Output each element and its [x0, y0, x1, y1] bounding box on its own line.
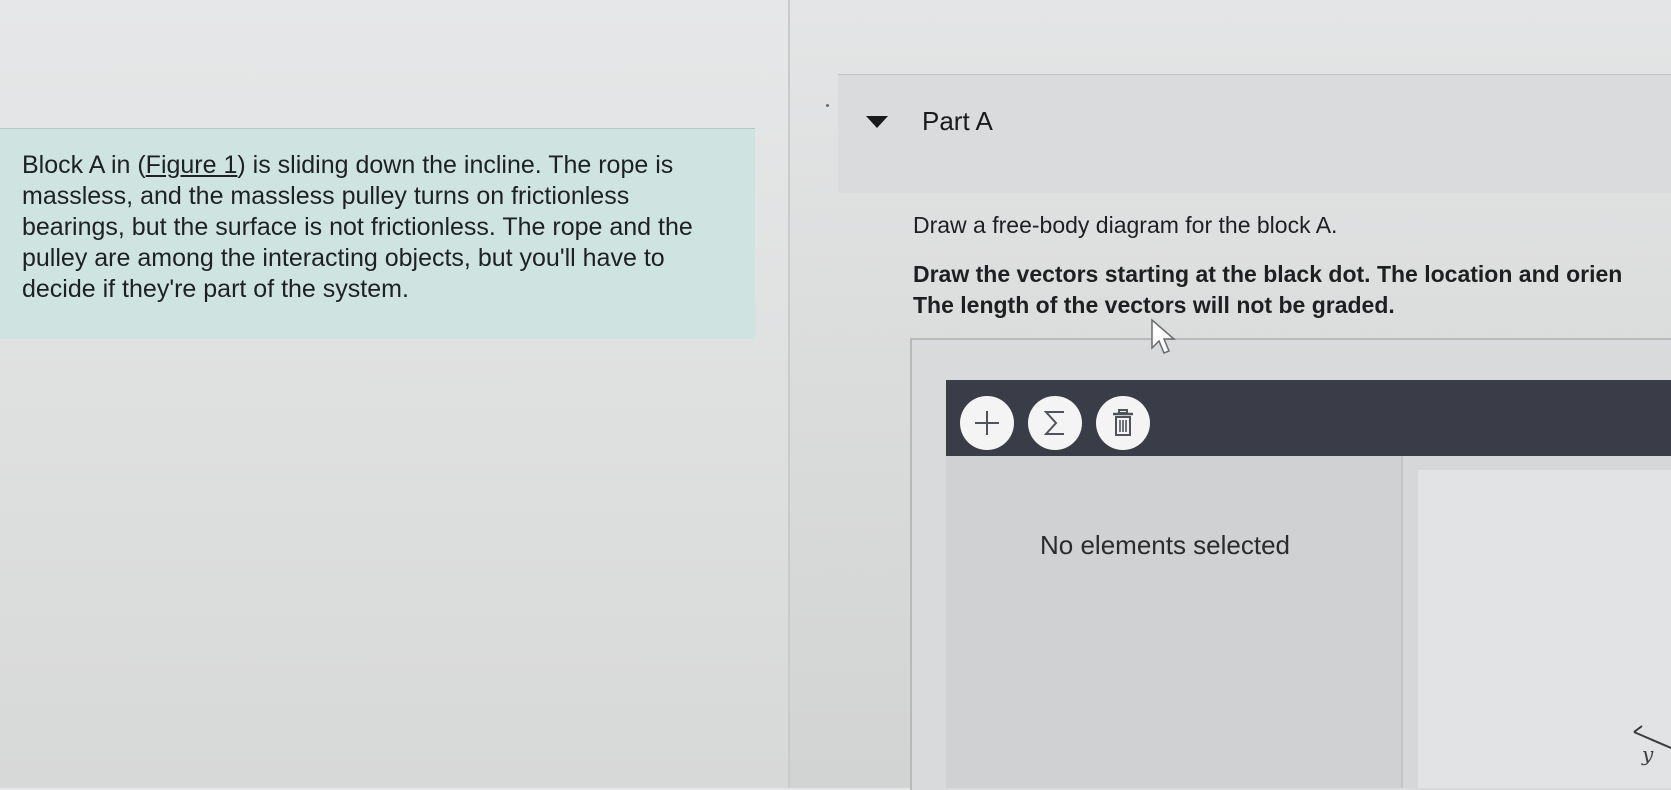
column-divider	[788, 0, 790, 788]
part-title[interactable]: Part A	[922, 106, 993, 137]
figure-link[interactable]: Figure 1	[146, 151, 238, 179]
plus-icon	[975, 411, 999, 435]
problem-text-start: Block A in (	[22, 151, 146, 179]
trash-icon	[1113, 409, 1133, 436]
instruction-bold-text: Draw the vectors starting at the black d…	[913, 259, 1671, 321]
properties-panel	[946, 456, 1401, 788]
sigma-icon	[1043, 411, 1064, 435]
y-axis-label: y	[1642, 742, 1654, 766]
sum-vector-button[interactable]	[1028, 396, 1082, 450]
delete-button[interactable]	[1096, 396, 1150, 450]
problem-statement: Block A in (Figure 1) is sliding down th…	[22, 150, 722, 305]
stray-dot	[826, 104, 829, 107]
caret-down-icon[interactable]	[866, 116, 888, 128]
instruction-text: Draw a free-body diagram for the block A…	[913, 212, 1338, 238]
selection-status: No elements selected	[1040, 530, 1291, 560]
instruction-bold-line-1: Draw the vectors starting at the black d…	[913, 261, 1623, 287]
instruction-bold-line-2: The length of the vectors will not be gr…	[913, 292, 1395, 318]
add-vector-button[interactable]	[960, 396, 1014, 450]
problem-column	[0, 0, 790, 788]
mouse-cursor-icon	[1151, 318, 1177, 354]
